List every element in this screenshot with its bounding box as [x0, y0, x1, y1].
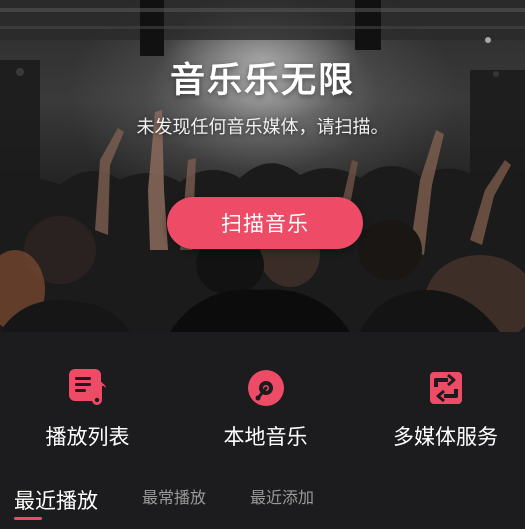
local-music-label: 本地音乐	[223, 425, 308, 449]
playlist-icon	[68, 369, 106, 405]
playlist-button[interactable]: 播放列表	[0, 368, 175, 451]
tab-bar: 最近播放 最常播放 最近添加	[0, 472, 525, 529]
playlist-label: 播放列表	[45, 425, 130, 449]
hero-title: 音乐乐无限	[169, 61, 355, 101]
sync-icon	[429, 372, 462, 404]
hero-subtitle: 未发现任何音乐媒体，请扫描。	[136, 117, 389, 138]
hero-banner: 音乐乐无限 未发现任何音乐媒体，请扫描。 扫描音乐	[0, 0, 525, 332]
active-tab-indicator	[14, 517, 42, 520]
tab-recently-added[interactable]: 最近添加	[250, 484, 314, 508]
concert-crowd-image	[0, 0, 525, 332]
tab-most-played[interactable]: 最常播放	[142, 484, 206, 508]
local-music-button[interactable]: 本地音乐	[178, 368, 353, 451]
scan-music-button[interactable]: 扫描音乐	[167, 197, 363, 249]
tab-recently-played[interactable]: 最近播放	[14, 485, 98, 515]
feature-row: 播放列表 本地音乐 多媒体服务	[0, 332, 525, 472]
multimedia-service-label: 多媒体服务	[393, 425, 498, 449]
vinyl-disc-icon	[247, 370, 284, 406]
multimedia-service-button[interactable]: 多媒体服务	[358, 368, 525, 451]
